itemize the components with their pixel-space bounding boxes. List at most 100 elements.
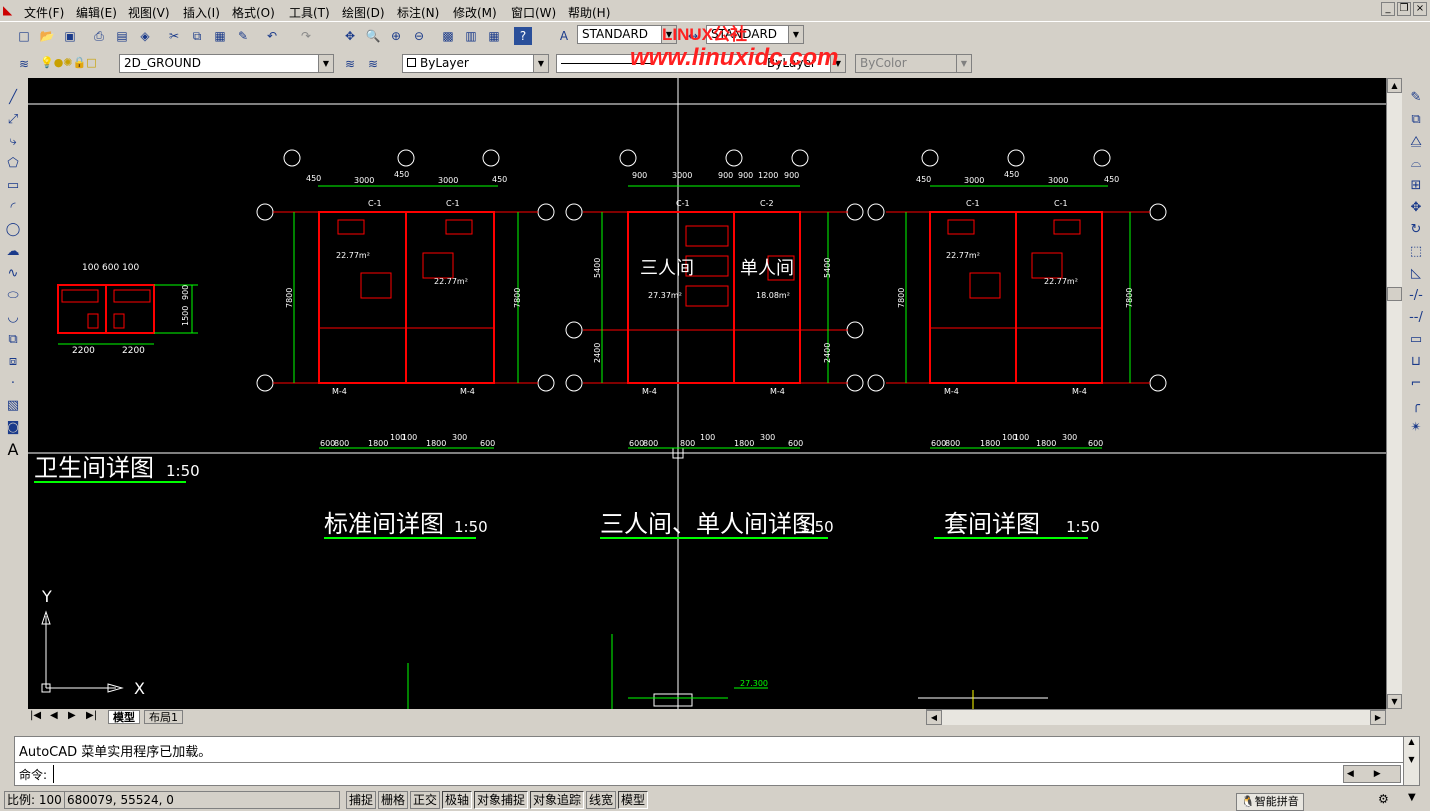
vertical-scrollbar[interactable]: ▲ ▼ xyxy=(1386,78,1402,709)
copy-icon[interactable]: ⧉ xyxy=(187,26,207,46)
xline-icon[interactable]: ⤢ xyxy=(3,110,23,130)
properties-icon[interactable]: ▩ xyxy=(438,26,458,46)
print-icon[interactable]: ⎙ xyxy=(89,26,109,46)
polyline-icon[interactable]: ⤷ xyxy=(3,132,23,152)
scroll-down-arrow[interactable]: ▼ xyxy=(1387,694,1402,709)
circle-icon[interactable]: ◯ xyxy=(3,220,23,240)
break-icon[interactable]: ▭ xyxy=(1406,330,1426,350)
app-icon[interactable]: ◣ xyxy=(3,3,17,17)
snap-toggle[interactable]: 捕捉 xyxy=(346,791,377,809)
otrack-toggle[interactable]: 对象追踪 xyxy=(530,791,585,809)
cut-icon[interactable]: ✂ xyxy=(164,26,184,46)
join-icon[interactable]: ⊔ xyxy=(1406,352,1426,372)
menu-help[interactable]: 帮助(H) xyxy=(568,4,610,21)
mtext-icon[interactable]: A xyxy=(3,440,23,460)
revcloud-icon[interactable]: ☁ xyxy=(3,242,23,262)
hscroll-left-arrow[interactable]: ◀ xyxy=(926,710,942,725)
scroll-up-arrow[interactable]: ▲ xyxy=(1387,78,1402,93)
preview-icon[interactable]: ▤ xyxy=(112,26,132,46)
layer-select[interactable]: 2D_GROUND ▼ xyxy=(119,54,334,73)
command-input[interactable] xyxy=(53,765,1343,783)
help-icon[interactable]: ? xyxy=(513,26,533,46)
osnap-toggle[interactable]: 对象捕捉 xyxy=(474,791,529,809)
array-icon[interactable]: ⊞ xyxy=(1406,176,1426,196)
model-toggle[interactable]: 模型 xyxy=(618,791,649,809)
tab-first-icon[interactable]: |◀ xyxy=(30,710,41,721)
zoom-window-icon[interactable]: ⊕ xyxy=(386,26,406,46)
hscroll-right-arrow[interactable]: ▶ xyxy=(1370,710,1386,725)
offset-icon[interactable]: ⌓ xyxy=(1406,154,1426,174)
ellipse-icon[interactable]: ⬭ xyxy=(3,286,23,306)
explode-icon[interactable]: ✴ xyxy=(1406,418,1426,438)
text-style-select[interactable]: STANDARD ▼ xyxy=(577,25,677,44)
tab-model[interactable]: 模型 xyxy=(108,710,140,724)
restore-button[interactable]: ❐ xyxy=(1397,2,1411,16)
tab-prev-icon[interactable]: ◀ xyxy=(50,710,58,721)
tray-menu-icon[interactable]: ▼ xyxy=(1408,792,1416,803)
copy-object-icon[interactable]: ⧉ xyxy=(1406,110,1426,130)
menu-edit[interactable]: 编辑(E) xyxy=(76,4,117,21)
polar-toggle[interactable]: 极轴 xyxy=(442,791,473,809)
hatch-icon[interactable]: ▧ xyxy=(3,396,23,416)
paste-icon[interactable]: ▦ xyxy=(210,26,230,46)
ortho-toggle[interactable]: 正交 xyxy=(410,791,441,809)
horizontal-scrollbar[interactable]: ◀ ▶ xyxy=(926,709,1386,725)
dim-style-icon[interactable]: ↔ xyxy=(683,26,703,46)
lineweight-toggle[interactable]: 线宽 xyxy=(586,791,617,809)
tab-layout1[interactable]: 布局1 xyxy=(144,710,183,724)
coords-readout[interactable]: 680079, 55524, 0 xyxy=(64,791,340,809)
insert-block-icon[interactable]: ⧉ xyxy=(3,330,23,350)
arc-icon[interactable]: ◜ xyxy=(3,198,23,218)
plotstyle-select[interactable]: ByColor ▼ xyxy=(855,54,972,73)
open-icon[interactable]: 📂 xyxy=(37,26,57,46)
move-icon[interactable]: ✥ xyxy=(1406,198,1426,218)
layer-previous-icon[interactable]: ≋ xyxy=(363,54,383,74)
rotate-icon[interactable]: ↻ xyxy=(1406,220,1426,240)
grid-toggle[interactable]: 栅格 xyxy=(378,791,409,809)
publish-icon[interactable]: ◈ xyxy=(135,26,155,46)
stretch-icon[interactable]: ◺ xyxy=(1406,264,1426,284)
extend-icon[interactable]: --/ xyxy=(1406,308,1426,328)
undo-icon[interactable]: ↶ xyxy=(262,26,282,46)
pan-icon[interactable]: ✥ xyxy=(340,26,360,46)
ime-indicator[interactable]: 🐧智能拼音 xyxy=(1236,793,1304,811)
tray-settings-icon[interactable]: ⚙ xyxy=(1378,792,1389,806)
tool-palette-icon[interactable]: ▦ xyxy=(484,26,504,46)
scroll-thumb[interactable] xyxy=(1387,287,1402,301)
menu-file[interactable]: 文件(F) xyxy=(24,4,64,21)
menu-draw[interactable]: 绘图(D) xyxy=(342,4,385,21)
erase-icon[interactable]: ✎ xyxy=(1406,88,1426,108)
zoom-previous-icon[interactable]: ⊖ xyxy=(409,26,429,46)
save-icon[interactable]: ▣ xyxy=(60,26,80,46)
menu-view[interactable]: 视图(V) xyxy=(128,4,170,21)
minimize-button[interactable]: _ xyxy=(1381,2,1395,16)
new-icon[interactable]: □ xyxy=(14,26,34,46)
make-current-icon[interactable]: ≋ xyxy=(340,54,360,74)
region-icon[interactable]: ◙ xyxy=(3,418,23,438)
chamfer-icon[interactable]: ⌐ xyxy=(1406,374,1426,394)
spline-icon[interactable]: ∿ xyxy=(3,264,23,284)
mirror-icon[interactable]: ⧋ xyxy=(1406,132,1426,152)
redo-icon[interactable]: ↷ xyxy=(296,26,316,46)
text-style-icon[interactable]: A xyxy=(554,26,574,46)
linetype-select[interactable]: ByLayer ▼ xyxy=(556,54,846,73)
rectangle-icon[interactable]: ▭ xyxy=(3,176,23,196)
fillet-icon[interactable]: ╭ xyxy=(1406,396,1426,416)
zoom-realtime-icon[interactable]: 🔍 xyxy=(363,26,383,46)
layer-manager-icon[interactable]: ≋ xyxy=(14,54,34,74)
tab-next-icon[interactable]: ▶ xyxy=(68,710,76,721)
command-scrollbar[interactable]: ◀ ▶ xyxy=(1343,765,1401,783)
menu-window[interactable]: 窗口(W) xyxy=(511,4,556,21)
menu-format[interactable]: 格式(O) xyxy=(232,4,275,21)
menu-insert[interactable]: 插入(I) xyxy=(183,4,220,21)
design-center-icon[interactable]: ▥ xyxy=(461,26,481,46)
dim-style-select[interactable]: STANDARD ▼ xyxy=(706,25,804,44)
color-select[interactable]: ByLayer ▼ xyxy=(402,54,549,73)
menu-modify[interactable]: 修改(M) xyxy=(453,4,497,21)
point-icon[interactable]: · xyxy=(3,374,23,394)
polygon-icon[interactable]: ⬠ xyxy=(3,154,23,174)
menu-tools[interactable]: 工具(T) xyxy=(289,4,330,21)
trim-icon[interactable]: -/- xyxy=(1406,286,1426,306)
ellipse-arc-icon[interactable]: ◡ xyxy=(3,308,23,328)
make-block-icon[interactable]: ⧈ xyxy=(3,352,23,372)
